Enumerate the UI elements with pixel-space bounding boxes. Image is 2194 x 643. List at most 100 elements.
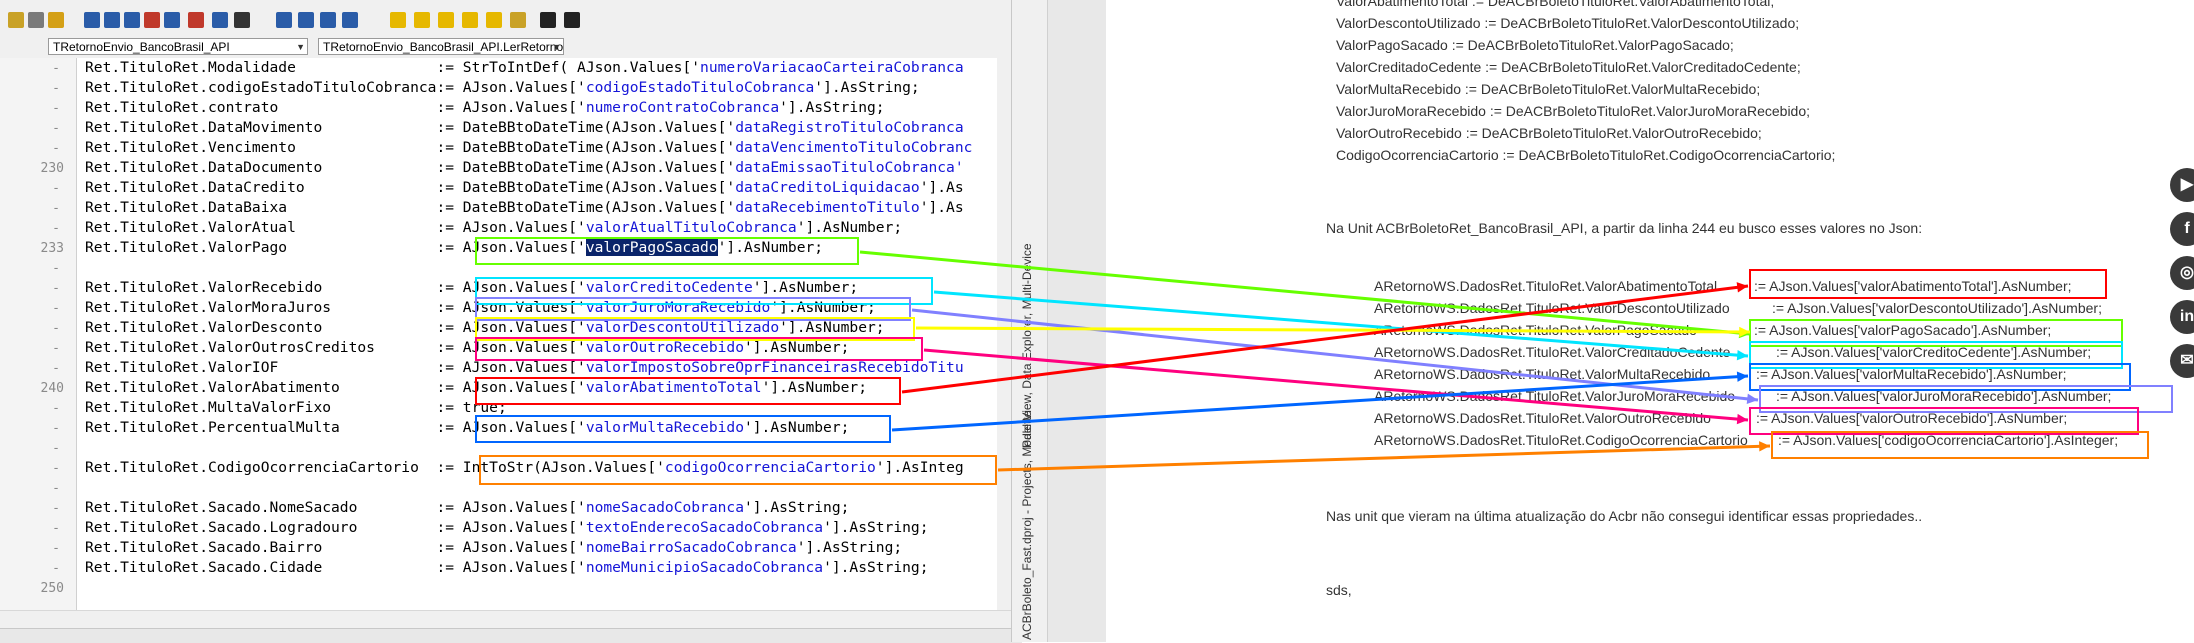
code-line: Ret.TituloRet.ValorOutrosCreditos := AJs… [85, 338, 849, 358]
code-lhs: Ret.TituloRet.Modalidade [85, 59, 437, 76]
line-number: - [52, 221, 60, 236]
code-rhs-prefix: := true; [436, 399, 507, 416]
code-lhs: Ret.TituloRet.ValorMoraJuros [85, 299, 437, 316]
code-string-literal: nomeMunicipioSacadoCobranca [585, 559, 824, 576]
code-rhs-prefix: := AJson.Values[' [436, 539, 586, 556]
facebook-icon[interactable]: f [2170, 212, 2194, 246]
code-editor[interactable]: Ret.TituloRet.Modalidade := StrToIntDef(… [77, 58, 997, 610]
code-string-literal: valorJuroMoraRecebido [585, 299, 771, 316]
line-number: - [52, 181, 60, 196]
help-icon[interactable] [540, 12, 556, 28]
about-icon[interactable] [564, 12, 580, 28]
instagram-icon[interactable]: ◎ [2170, 256, 2194, 290]
code-rhs-suffix: '].AsNumber; [796, 219, 903, 236]
bookmark-icon[interactable] [462, 12, 478, 28]
code-rhs-suffix: '].AsString; [743, 499, 850, 516]
code-lhs: Ret.TituloRet.Sacado.Bairro [85, 539, 437, 556]
post-json-line: := AJson.Values['valorPagoSacado'].AsNum… [1752, 322, 2054, 338]
horizontal-scrollbar[interactable] [0, 610, 1011, 629]
post-property-line: ARetornoWS.DadosRet.TituloRet.CodigoOcor… [1374, 432, 1748, 448]
trace-icon[interactable] [298, 12, 314, 28]
code-template-icon[interactable] [414, 12, 430, 28]
component-icon[interactable] [212, 12, 228, 28]
line-number: 240 [40, 381, 64, 396]
save-all-icon[interactable] [104, 12, 120, 28]
ide-toolbar [0, 0, 1022, 37]
code-rhs-prefix: := AJson.Values[' [436, 319, 586, 336]
post-property-line: ARetornoWS.DadosRet.TituloRet.ValorAbati… [1374, 278, 1718, 294]
code-rhs-suffix: '].AsNumber; [743, 419, 850, 436]
open-project-icon[interactable] [48, 12, 64, 28]
code-string-literal: dataVencimentoTituloCobranc [735, 139, 973, 156]
palette-panel-tab[interactable]: Palette [1020, 411, 1034, 448]
code-line: Ret.TituloRet.DataMovimento := DateBBtoD… [85, 118, 964, 138]
code-lhs: Ret.TituloRet.contrato [85, 99, 437, 116]
code-string-literal: valorCreditoCedente [585, 279, 753, 296]
vertical-scrollbar[interactable] [997, 58, 1011, 610]
chevron-down-icon[interactable]: ▼ [552, 39, 561, 54]
code-rhs-prefix: := DateBBtoDateTime(AJson.Values[' [436, 139, 736, 156]
code-string-literal: nomeSacadoCobranca [585, 499, 744, 516]
line-gutter: - - - - - 230 - - - 233 - - - - - - 240 - - - - - - - - - 250 [0, 58, 77, 610]
code-line: Ret.TituloRet.ValorAbatimento := AJson.V… [85, 378, 867, 398]
linkedin-icon[interactable]: in [2170, 300, 2194, 334]
pascal-icon[interactable] [188, 12, 204, 28]
code-rhs-prefix: := DateBBtoDateTime(AJson.Values[' [436, 179, 736, 196]
post-note-text: Nas unit que vieram na última atualizaçã… [1326, 508, 1923, 524]
code-lhs: Ret.TituloRet.MultaValorFixo [85, 399, 437, 416]
post-code-line: ValorDescontoUtilizado := DeACBrBoletoTi… [1336, 15, 1800, 31]
line-number: 250 [40, 581, 64, 596]
code-lhs: Ret.TituloRet.ValorRecebido [85, 279, 437, 296]
breakpoint-icon[interactable] [320, 12, 336, 28]
code-line: Ret.TituloRet.Vencimento := DateBBtoDate… [85, 138, 972, 158]
code-line: Ret.TituloRet.ValorIOF := AJson.Values['… [85, 358, 964, 378]
watch-icon[interactable] [342, 12, 358, 28]
code-rhs-prefix: := AJson.Values[' [436, 79, 586, 96]
code-rhs-suffix: '].AsNumber; [770, 299, 876, 316]
code-rhs-prefix: := AJson.Values[' [436, 299, 586, 316]
code-lhs: Ret.TituloRet.ValorDesconto [85, 319, 437, 336]
post-json-line: := AJson.Values['valorDescontoUtilizado'… [1770, 300, 2104, 316]
code-string-literal: valorPagoSacado [585, 239, 718, 256]
unit-icon[interactable] [164, 12, 180, 28]
settings-icon[interactable] [510, 12, 526, 28]
social-share-bar: ▶ f ◎ in ✉ [2166, 0, 2194, 642]
post-json-line: := AJson.Values['valorOutroRecebido'].As… [1754, 410, 2070, 426]
line-number: - [52, 81, 60, 96]
code-line: Ret.TituloRet.Modalidade := StrToIntDef(… [85, 58, 964, 78]
unit-combo[interactable]: TRetornoEnvio_BancoBrasil_API ▼ [48, 38, 308, 55]
code-line: Ret.TituloRet.CodigoOcorrenciaCartorio :… [85, 458, 964, 478]
post-code-line: ValorMultaRecebido := DeACBrBoletoTitulo… [1336, 81, 1761, 97]
ide-side-panels: ACBrBoleto_Fast.dproj - Projects, Model … [1011, 0, 1048, 642]
code-rhs-suffix: '].AsNumber; [743, 339, 850, 356]
line-number: - [52, 401, 60, 416]
code-line: Ret.TituloRet.DataBaixa := DateBBtoDateT… [85, 198, 964, 218]
email-icon[interactable]: ✉ [2170, 344, 2194, 378]
code-string-literal: valorDescontoUtilizado [585, 319, 780, 336]
line-number: - [52, 141, 60, 156]
code-rhs-prefix: := DateBBtoDateTime(AJson.Values[' [436, 119, 736, 136]
code-string-literal: dataRecebimentoTitulo [735, 199, 920, 216]
line-number: - [52, 561, 60, 576]
code-rhs-prefix: := AJson.Values[' [436, 99, 586, 116]
insight-icon[interactable] [438, 12, 454, 28]
compile-icon[interactable] [124, 12, 140, 28]
youtube-icon[interactable]: ▶ [2170, 168, 2194, 202]
code-string-literal: numeroContratoCobranca [585, 99, 780, 116]
post-property-line: ARetornoWS.DadosRet.TituloRet.ValorMulta… [1374, 366, 1711, 382]
save-icon[interactable] [84, 12, 100, 28]
document-icon[interactable] [486, 12, 502, 28]
code-rhs-suffix: '].As [919, 199, 964, 216]
open-folder-icon[interactable] [28, 12, 44, 28]
form-icon[interactable] [144, 12, 160, 28]
chevron-down-icon[interactable]: ▼ [296, 39, 305, 54]
step-icon[interactable] [276, 12, 292, 28]
new-file-icon[interactable] [8, 12, 24, 28]
line-number: - [52, 281, 60, 296]
line-number: - [52, 501, 60, 516]
code-lhs: Ret.TituloRet.CodigoOcorrenciaCartorio [85, 459, 437, 476]
note-icon[interactable] [390, 12, 406, 28]
method-combo[interactable]: TRetornoEnvio_BancoBrasil_API.LerRetorno… [318, 38, 564, 55]
run-icon[interactable] [234, 12, 250, 28]
code-line: Ret.TituloRet.Sacado.Logradouro := AJson… [85, 518, 929, 538]
